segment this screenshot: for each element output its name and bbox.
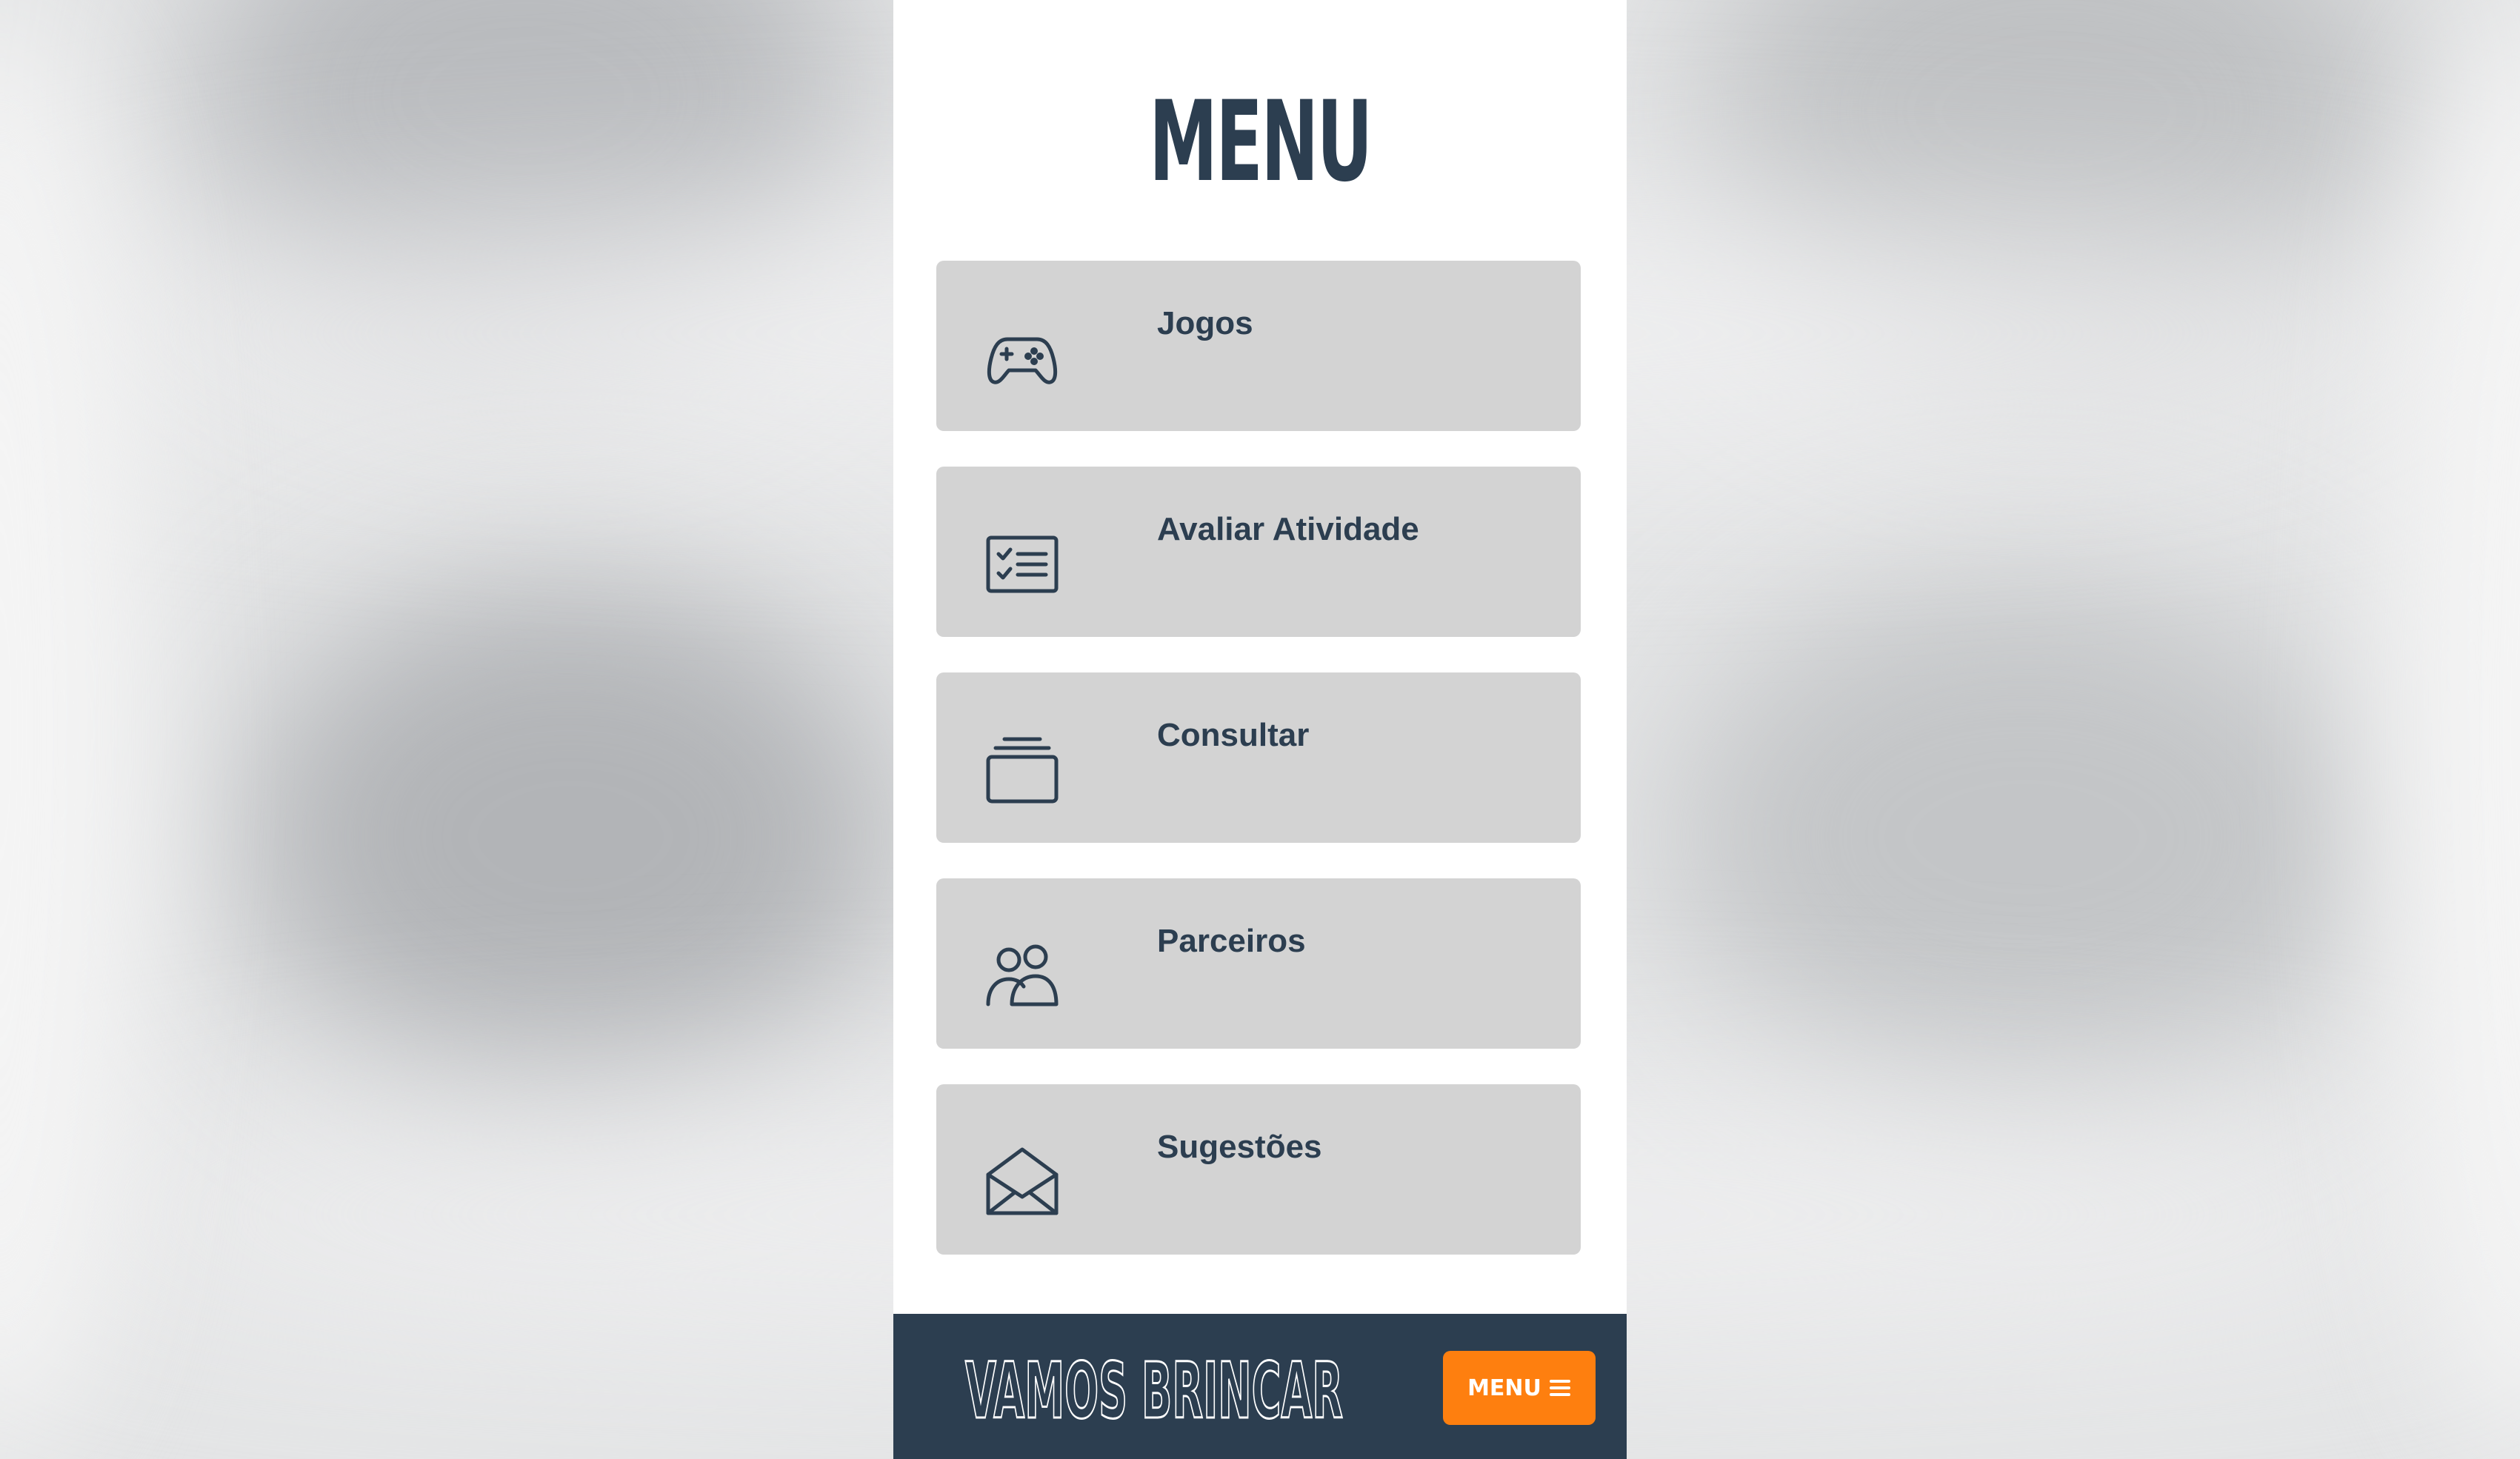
card-stack-icon <box>985 733 1059 807</box>
menu-item-label: Avaliar Atividade <box>1157 511 1419 547</box>
menu-item-label: Consultar <box>1157 717 1310 753</box>
app-screen: MENU Jogos Avaliar Atividade Consultar P… <box>893 0 1627 1459</box>
menu-item-avaliar-atividade[interactable]: Avaliar Atividade <box>936 467 1581 637</box>
menu-item-consultar[interactable]: Consultar <box>936 672 1581 843</box>
gamepad-icon <box>985 321 1059 395</box>
menu-item-sugestoes[interactable]: Sugestões <box>936 1084 1581 1255</box>
brand-logo: VAMOS BRINCAR <box>961 1342 1347 1432</box>
menu-item-jogos[interactable]: Jogos <box>936 261 1581 431</box>
brand-text: VAMOS BRINCAR <box>965 1346 1343 1431</box>
users-icon <box>985 939 1059 1013</box>
menu-button-label: MENU <box>1467 1375 1541 1401</box>
menu-button[interactable]: MENU <box>1443 1351 1596 1425</box>
open-envelope-icon <box>985 1145 1059 1219</box>
menu-item-parceiros[interactable]: Parceiros <box>936 878 1581 1049</box>
menu-item-label: Sugestões <box>1157 1129 1322 1165</box>
menu-item-label: Jogos <box>1157 305 1253 341</box>
hamburger-icon <box>1549 1378 1571 1398</box>
checklist-icon <box>985 527 1059 601</box>
bottom-navbar: VAMOS BRINCAR MENU <box>893 1314 1627 1459</box>
page-title: MENU <box>1149 78 1373 207</box>
menu-item-label: Parceiros <box>1157 923 1306 959</box>
